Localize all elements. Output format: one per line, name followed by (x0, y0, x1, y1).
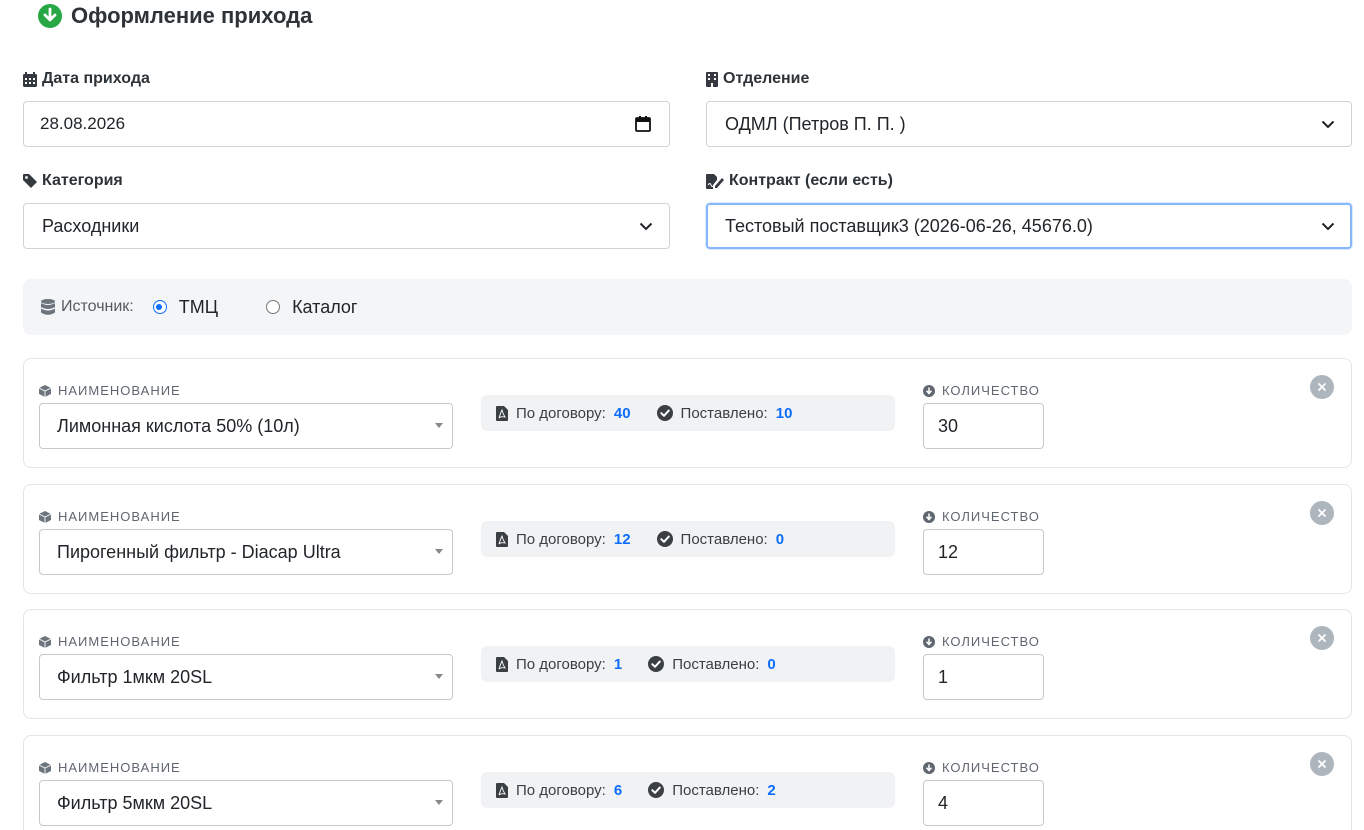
caret-down-icon (435, 800, 443, 805)
page-title: Оформление прихода (71, 3, 313, 28)
item-name-select[interactable]: Фильтр 5мкм 20SL (39, 780, 453, 826)
chevron-down-icon (639, 222, 653, 230)
delivered-count: 0 (775, 530, 785, 548)
remove-item-button[interactable] (1310, 626, 1334, 650)
box-icon (39, 635, 51, 648)
item-card: Наименование Фильтр 5мкм 20SL По договор… (23, 735, 1352, 830)
quantity-label: Количество (923, 509, 1040, 524)
contract-label: Контракт (если есть) (706, 172, 893, 190)
contract-info: По договору: 12 Поставлено: 0 (481, 521, 895, 557)
file-pdf-icon (496, 656, 508, 672)
name-label: Наименование (39, 634, 181, 649)
building-icon (706, 71, 718, 87)
contract-count: 1 (613, 655, 623, 673)
box-icon (39, 510, 51, 523)
category-label: Категория (23, 172, 123, 190)
close-icon (1318, 509, 1326, 517)
date-label: Дата прихода (23, 70, 150, 88)
item-card: Наименование Пирогенный фильтр - Diacap … (23, 484, 1352, 594)
arrow-down-circle-icon (923, 384, 935, 397)
item-name-select[interactable]: Фильтр 1мкм 20SL (39, 654, 453, 700)
page-header: Оформление прихода (38, 2, 312, 30)
name-label: Наименование (39, 760, 181, 775)
quantity-label: Количество (923, 634, 1040, 649)
source-option-tmc[interactable]: ТМЦ (152, 297, 218, 318)
remove-item-button[interactable] (1310, 375, 1334, 399)
contract-count: 6 (613, 781, 623, 799)
file-pdf-icon (496, 782, 508, 798)
item-name-select[interactable]: Лимонная кислота 50% (10л) (39, 403, 453, 449)
arrow-down-circle-icon (923, 761, 935, 774)
check-circle-icon (648, 782, 665, 798)
box-icon (39, 761, 51, 774)
item-name-select[interactable]: Пирогенный фильтр - Diacap Ultra (39, 529, 453, 575)
quantity-input[interactable]: 1 (923, 654, 1044, 700)
contract-info: По договору: 6 Поставлено: 2 (481, 772, 895, 808)
file-pdf-icon (496, 531, 508, 547)
quantity-input[interactable]: 30 (923, 403, 1044, 449)
chevron-down-icon (1321, 120, 1335, 128)
remove-item-button[interactable] (1310, 501, 1334, 525)
delivered-count: 10 (775, 404, 793, 422)
calendar-picker-icon[interactable] (635, 116, 651, 132)
check-circle-icon (656, 531, 673, 547)
quantity-label: Количество (923, 760, 1040, 775)
department-label: Отделение (706, 70, 809, 88)
tag-icon (23, 174, 37, 188)
contract-count: 40 (613, 404, 631, 422)
remove-item-button[interactable] (1310, 752, 1334, 776)
caret-down-icon (435, 423, 443, 428)
delivered-count: 0 (767, 655, 776, 673)
contract-info: По договору: 1 Поставлено: 0 (481, 646, 895, 682)
quantity-label: Количество (923, 383, 1040, 398)
file-pdf-icon (496, 405, 508, 421)
source-selector: Источник: ТМЦ Каталог (23, 279, 1352, 335)
name-label: Наименование (39, 383, 181, 398)
close-icon (1318, 760, 1326, 768)
item-card: Наименование Фильтр 1мкм 20SL По договор… (23, 609, 1352, 719)
caret-down-icon (435, 549, 443, 554)
chevron-down-icon (1321, 222, 1335, 230)
category-select[interactable]: Расходники (23, 203, 670, 249)
arrow-down-circle-icon (38, 4, 62, 28)
delivered-count: 2 (767, 781, 776, 799)
radio-catalog[interactable] (266, 300, 281, 314)
quantity-input[interactable]: 4 (923, 780, 1044, 826)
close-icon (1318, 383, 1326, 391)
box-icon (39, 384, 51, 397)
date-input[interactable]: 28.08.2026 (23, 101, 670, 147)
arrow-down-circle-icon (923, 510, 935, 523)
source-option-catalog[interactable]: Каталог (266, 297, 358, 318)
caret-down-icon (435, 674, 443, 679)
check-circle-icon (648, 656, 665, 672)
contract-select[interactable]: Тестовый поставщик3 (2026-06-26, 45676.0… (706, 203, 1352, 249)
source-label: Источник: (61, 298, 134, 315)
name-label: Наименование (39, 509, 181, 524)
quantity-input[interactable]: 12 (923, 529, 1044, 575)
file-signature-icon (706, 173, 724, 189)
department-select[interactable]: ОДМЛ (Петров П. П. ) (706, 101, 1352, 147)
calendar-icon (23, 71, 37, 87)
close-icon (1318, 634, 1326, 642)
item-card: Наименование Лимонная кислота 50% (10л) … (23, 358, 1352, 468)
contract-info: По договору: 40 Поставлено: 10 (481, 395, 895, 431)
database-icon (41, 299, 55, 315)
arrow-down-circle-icon (923, 635, 935, 648)
contract-count: 12 (613, 530, 631, 548)
radio-tmc[interactable] (152, 300, 167, 314)
check-circle-icon (656, 405, 673, 421)
